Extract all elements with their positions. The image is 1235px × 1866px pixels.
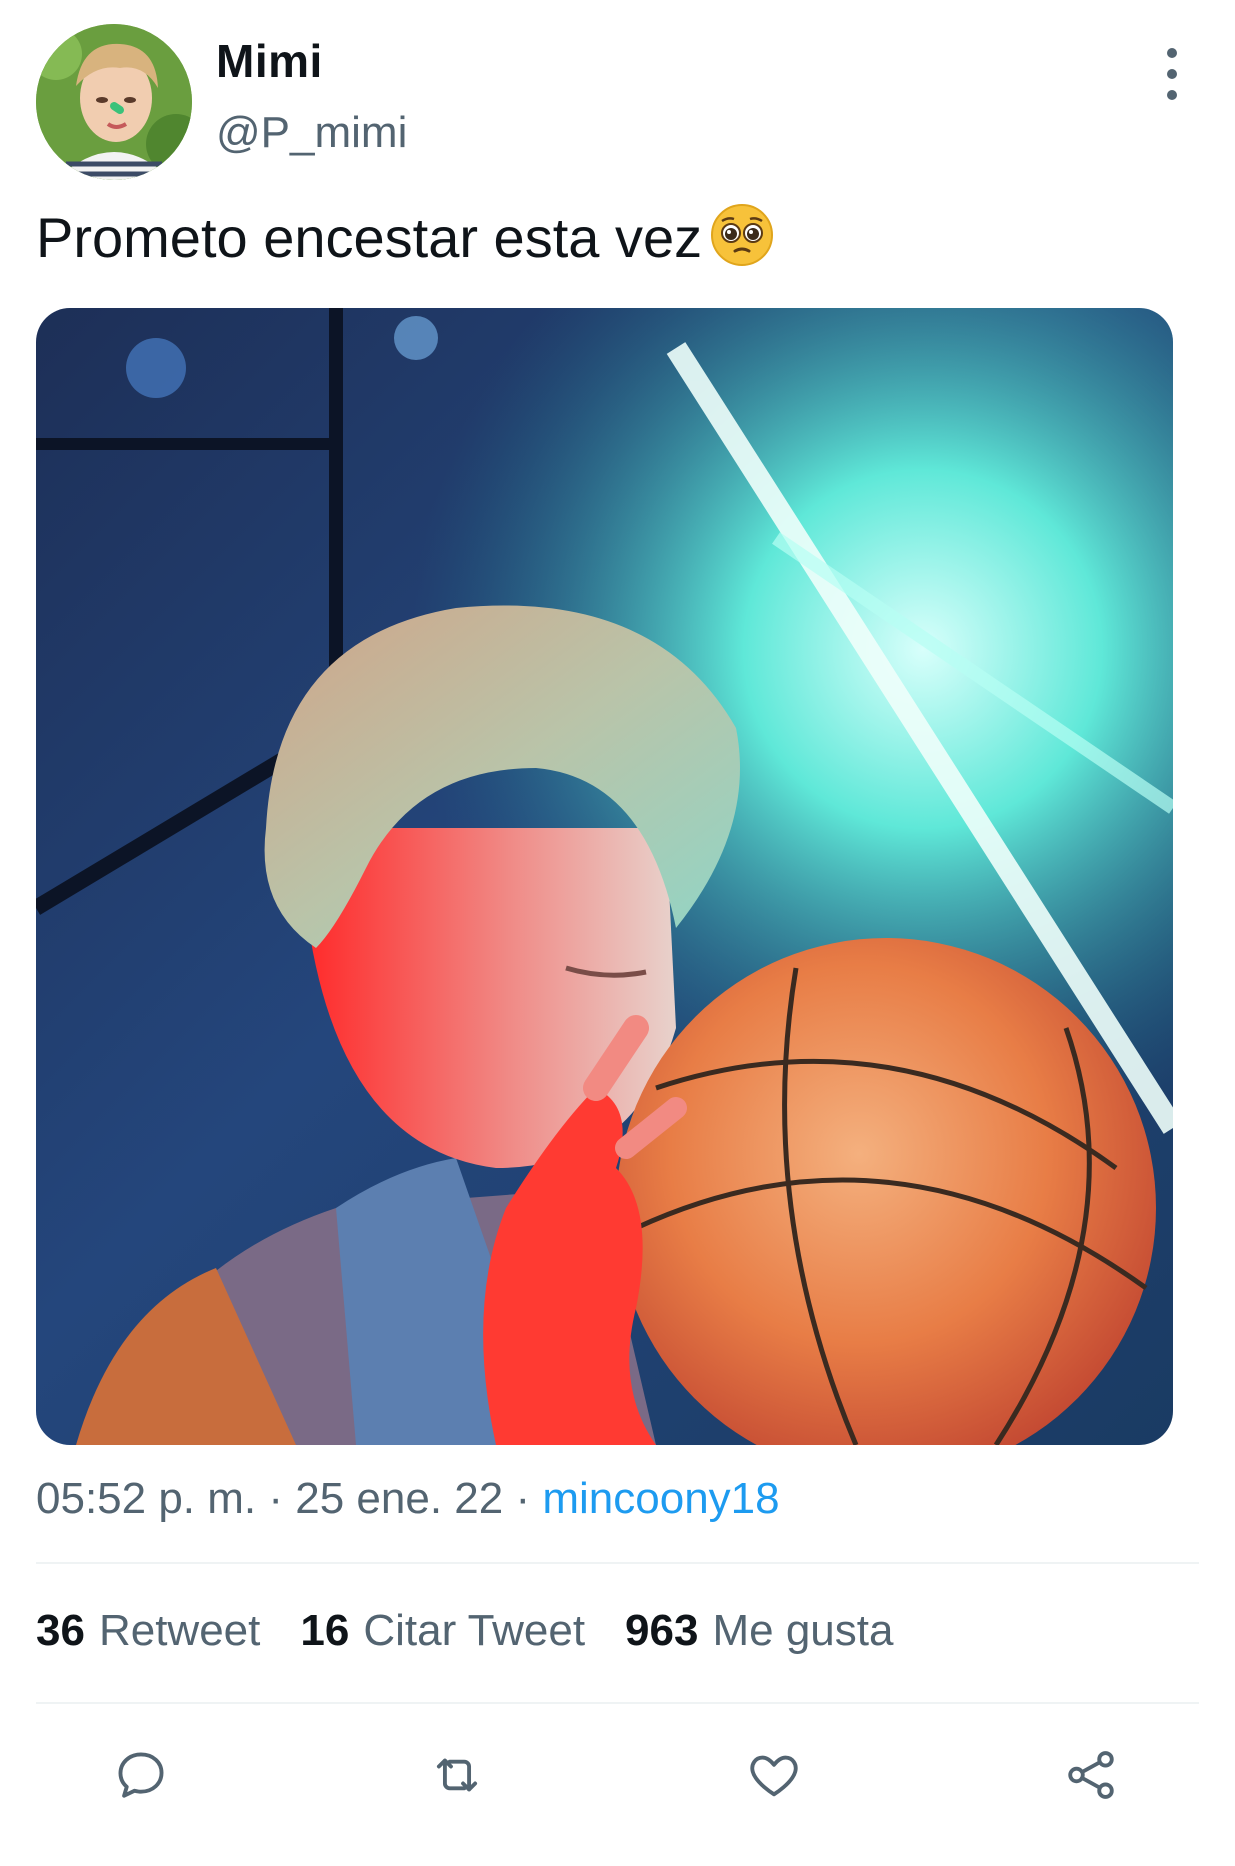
tweet-card: Mimi @P_mimi Prometo encestar esta vez 0… [0,0,1235,1866]
quotes-count: 16 [300,1606,350,1655]
tweet-source-link[interactable]: mincoony18 [542,1474,779,1523]
user-handle[interactable]: @P_mimi [216,108,407,158]
share-icon [1068,1751,1114,1799]
reply-button[interactable] [106,1740,176,1810]
quotes-label: Citar Tweet [363,1606,586,1655]
tweet-text-content: Prometo encestar esta vez [36,206,703,269]
more-options-button[interactable] [1150,48,1194,100]
tweet-actions [36,1740,1199,1810]
tweet-date[interactable]: 25 ene. 22 [295,1474,503,1523]
avatar-photo [36,24,192,180]
like-button[interactable] [739,1740,809,1810]
retweets-stat[interactable]: 36 Retweet [36,1606,260,1656]
retweets-label: Retweet [98,1606,261,1655]
divider [36,1702,1199,1704]
basketball-photo [36,308,1173,1445]
share-button[interactable] [1056,1740,1126,1810]
tweet-time[interactable]: 05:52 p. m. [36,1474,256,1523]
tweet-meta: 05:52 p. m. · 25 ene. 22 · mincoony18 [36,1474,780,1524]
quotes-stat[interactable]: 16 Citar Tweet [300,1606,585,1656]
meta-separator: · [268,1474,284,1523]
retweets-count: 36 [36,1606,85,1655]
likes-count: 963 [625,1606,699,1655]
pleading-face-icon [711,204,774,266]
divider [36,1562,1199,1564]
retweet-icon [436,1758,478,1792]
likes-stat[interactable]: 963 Me gusta [625,1606,893,1656]
avatar[interactable] [36,24,192,180]
more-dot-icon [1167,69,1177,79]
likes-label: Me gusta [712,1606,894,1655]
more-dot-icon [1167,48,1177,58]
display-name[interactable]: Mimi [216,34,323,88]
tweet-photo[interactable] [36,308,1173,1445]
retweet-button[interactable] [422,1740,492,1810]
more-dot-icon [1167,90,1177,100]
meta-separator: · [515,1474,531,1523]
heart-icon [750,1755,798,1797]
tweet-text: Prometo encestar esta vez [36,200,774,276]
reply-icon [118,1752,164,1798]
tweet-stats: 36 Retweet 16 Citar Tweet 963 Me gusta [36,1606,893,1656]
